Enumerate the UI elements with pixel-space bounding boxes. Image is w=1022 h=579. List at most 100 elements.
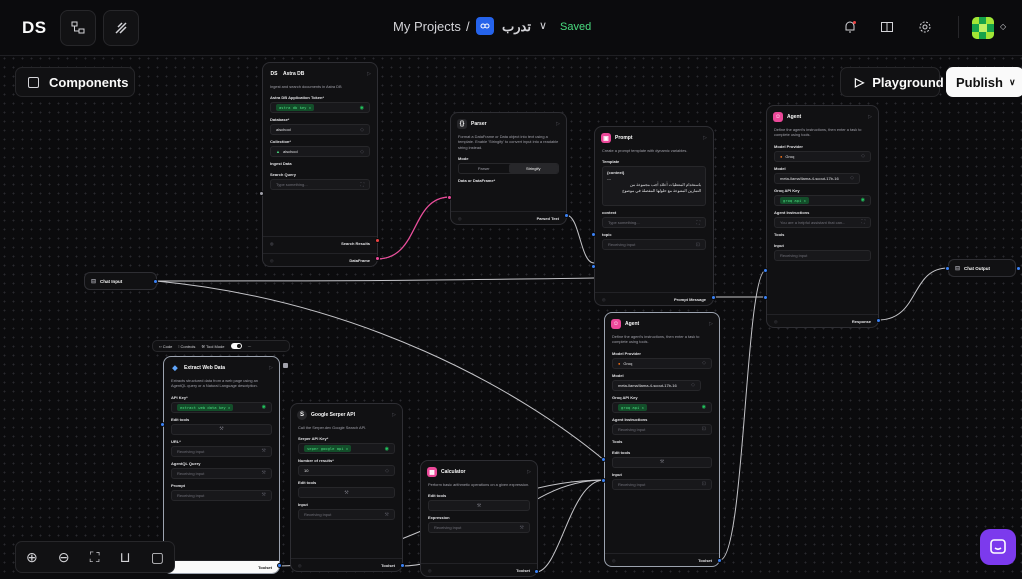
api-key-badge[interactable]: groq api × — [780, 196, 809, 204]
play-icon[interactable]: ▷ — [367, 71, 371, 77]
play-icon[interactable]: ▷ — [868, 114, 872, 120]
prompt-node[interactable]: ▣ Prompt ▷ Create a prompt template with d… — [594, 126, 714, 306]
project-name[interactable]: تدرب — [502, 19, 531, 35]
calculator-node[interactable]: ▦ Calculator ▷ Perform basic arithmetic op… — [420, 460, 538, 577]
output-handle[interactable] — [717, 558, 722, 563]
book-icon[interactable] — [880, 20, 894, 37]
chevron-updown-icon[interactable]: ◇ — [1000, 22, 1006, 31]
api-key-badge[interactable]: seper google api × — [304, 445, 352, 453]
chat-input-node[interactable]: ⊟ Chat Input — [84, 272, 157, 290]
wand-icon[interactable] — [103, 10, 139, 46]
chat-output-node[interactable]: ⊟ Chat Output — [948, 259, 1016, 277]
input-handle[interactable] — [591, 264, 596, 269]
note-icon[interactable]: ▢ — [151, 549, 164, 566]
api-key-field[interactable]: groq api × ◉ — [774, 194, 871, 206]
agentql-query-input[interactable]: Receiving input ⚒ — [171, 467, 272, 479]
eye-icon[interactable]: ◎ — [270, 258, 274, 263]
fit-view-icon[interactable]: ⛶ — [90, 549, 100, 566]
model-select[interactable]: meta-llama/llama-4-scout-17b-16 ◇ — [612, 379, 701, 391]
token-badge[interactable]: astra db key × — [276, 104, 315, 112]
astra-db-node[interactable]: DS Astra DB ▷ Ingest and search documents … — [262, 62, 378, 267]
prompt-input[interactable]: Receiving input ⚒ — [171, 489, 272, 501]
api-key-badge[interactable]: groq api × — [618, 403, 647, 411]
chat-launcher-button[interactable] — [980, 529, 1016, 565]
mode-option-stringify[interactable]: Stringify — [508, 164, 558, 174]
input-handle[interactable] — [160, 422, 165, 427]
extract-web-data-node[interactable]: ◆ Extract Web Data ▷ Extracts structured d… — [163, 356, 280, 574]
expression-input[interactable]: Receiving input ⚒ — [428, 522, 530, 534]
expand-icon[interactable]: ⛶ — [696, 220, 700, 226]
instructions-input[interactable]: You are a helpful assistant that can... ⛶ — [774, 216, 871, 228]
zoom-in-icon[interactable]: ⊕ — [26, 549, 38, 566]
output-handle[interactable] — [375, 256, 380, 261]
agent-node-1[interactable]: ☺ Agent ▷ Define the agent's instructions,… — [766, 105, 879, 328]
mode-toggle[interactable]: Parser Stringify — [458, 163, 559, 175]
resize-icon[interactable] — [282, 362, 289, 369]
expand-icon[interactable]: ⛶ — [360, 182, 364, 188]
edit-tools-button[interactable]: ⚒ — [171, 423, 272, 435]
tool-mode-toggle[interactable] — [230, 343, 242, 349]
input-handle[interactable] — [447, 195, 452, 200]
edit-tools-button[interactable]: ⚒ — [612, 456, 712, 468]
output-handle[interactable] — [375, 238, 380, 243]
globe-icon[interactable]: ◉ — [702, 404, 706, 410]
collection-select[interactable]: ▲ alschool ◇ — [270, 146, 370, 158]
lock-icon[interactable]: ⊔ — [120, 549, 131, 566]
model-select[interactable]: meta-llama/llama-4-scout-17b-16 ◇ — [774, 172, 860, 184]
globe-icon[interactable]: ◉ — [385, 446, 389, 452]
globe-icon[interactable]: ◉ — [262, 404, 266, 410]
play-icon[interactable]: ▷ — [269, 365, 273, 371]
output-handle[interactable] — [400, 563, 405, 568]
eye-icon[interactable]: ◎ — [612, 558, 616, 563]
search-query-input[interactable]: Type something... ⛶ — [270, 179, 370, 191]
api-key-field[interactable]: extract web data key × ◉ — [171, 401, 272, 413]
eye-icon[interactable]: ◎ — [428, 568, 432, 573]
input-handle[interactable] — [945, 266, 950, 271]
context-input[interactable]: Type something... ⛶ — [602, 217, 706, 229]
input-field[interactable]: Receiving input — [774, 249, 871, 261]
agent-node-2[interactable]: ☺ Agent ▷ Define the agent's instructions,… — [604, 312, 720, 567]
chevron-down-icon[interactable]: ∨ — [539, 19, 547, 32]
avatar[interactable] — [972, 17, 994, 39]
output-handle[interactable] — [876, 318, 881, 323]
play-icon[interactable]: ▷ — [527, 469, 531, 475]
input-handle[interactable] — [763, 295, 768, 300]
output-handle[interactable] — [711, 295, 716, 300]
input-handle[interactable] — [601, 478, 606, 483]
stepper-icon[interactable]: ◇ — [385, 468, 389, 474]
globe-icon[interactable]: ◉ — [360, 105, 364, 111]
output-handle[interactable] — [277, 563, 282, 568]
zoom-out-icon[interactable]: ⊖ — [58, 549, 70, 566]
input-handle[interactable] — [763, 268, 768, 273]
eye-icon[interactable]: ◎ — [270, 241, 274, 246]
provider-select[interactable]: ● Groq ◇ — [774, 150, 871, 162]
controls-button[interactable]: ⫶ Controls — [178, 344, 195, 349]
output-handle[interactable] — [534, 569, 539, 574]
parser-node[interactable]: {} Parser ▷ Format a DataFrame or Data obj… — [450, 112, 567, 225]
number-input[interactable]: 10 ◇ — [298, 465, 395, 477]
tool-mode-button[interactable]: ⚒ Tool Mode — [201, 344, 224, 349]
api-key-field[interactable]: groq api × ◉ — [612, 401, 712, 413]
topic-input[interactable]: Receiving input ⊡ — [602, 239, 706, 251]
url-input[interactable]: Receiving input ⚒ — [171, 445, 272, 457]
input-field[interactable]: Receiving input ⊡ — [612, 478, 712, 490]
input-field[interactable]: Receiving input ⚒ — [298, 509, 395, 521]
output-handle[interactable] — [1016, 266, 1021, 271]
play-icon[interactable]: ▷ — [703, 135, 707, 141]
input-handle[interactable] — [601, 457, 606, 462]
components-button[interactable]: Components — [15, 67, 135, 97]
gear-icon[interactable] — [918, 20, 932, 37]
eye-icon[interactable]: ◎ — [774, 319, 778, 324]
play-icon[interactable]: ▷ — [392, 412, 396, 418]
eye-icon[interactable]: ◎ — [458, 216, 462, 221]
google-serper-node[interactable]: S Google Serper API ▷ Call the Serper.dev … — [290, 403, 403, 572]
eye-icon[interactable]: ◎ — [602, 297, 606, 302]
more-icon[interactable]: ⋯ — [248, 344, 252, 349]
globe-icon[interactable]: ◉ — [861, 197, 865, 203]
api-key-field[interactable]: seper google api × ◉ — [298, 443, 395, 455]
instructions-input[interactable]: Receiving input ⊡ — [612, 423, 712, 435]
template-editor[interactable]: {context} --- باستخدام المعطيات أعلاه أج… — [602, 166, 706, 207]
api-key-badge[interactable]: extract web data key × — [177, 403, 234, 411]
expand-icon[interactable]: ⛶ — [861, 219, 865, 225]
eye-icon[interactable]: ◎ — [298, 563, 302, 568]
